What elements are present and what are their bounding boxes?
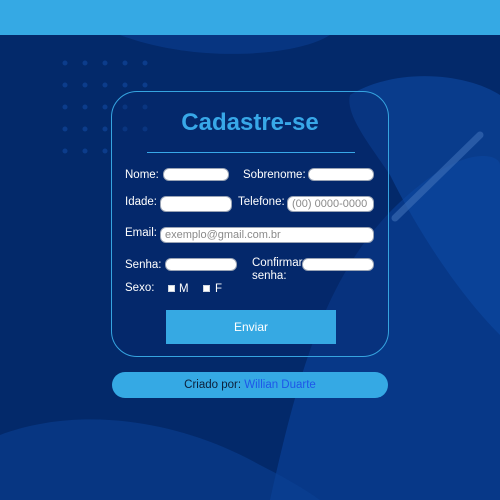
sobrenome-label: Sobrenome: xyxy=(243,169,306,181)
top-bar xyxy=(0,0,500,35)
idade-label: Idade: xyxy=(125,196,157,208)
sexo-f-checkbox[interactable] xyxy=(203,285,210,292)
email-label: Email: xyxy=(125,227,157,239)
enviar-button[interactable]: Enviar xyxy=(166,310,336,344)
email-input[interactable] xyxy=(160,227,374,243)
signup-form-card: Cadastre-se Nome: Sobrenome: Idade: Tele… xyxy=(111,91,389,357)
senha-label: Senha: xyxy=(125,259,162,271)
footer-credit: Criado por: Willian Duarte xyxy=(112,372,388,398)
sexo-label: Sexo: xyxy=(125,282,155,294)
telefone-label: Telefone: xyxy=(238,196,285,208)
sexo-m-label: M xyxy=(179,283,189,295)
nome-label: Nome: xyxy=(125,169,159,181)
footer-prefix: Criado por: xyxy=(184,379,242,391)
title-divider xyxy=(147,152,355,153)
form-title: Cadastre-se xyxy=(181,109,319,136)
sobrenome-input[interactable] xyxy=(308,168,374,181)
sexo-f-label: F xyxy=(215,283,223,295)
senha-input[interactable] xyxy=(165,258,237,271)
sexo-m-checkbox[interactable] xyxy=(168,285,175,292)
telefone-input[interactable] xyxy=(287,196,374,212)
confirmar-senha-input[interactable] xyxy=(302,258,374,271)
nome-input[interactable] xyxy=(163,168,229,181)
confirmar-senha-label: Confirmar senha: xyxy=(252,257,303,282)
author-link[interactable]: Willian Duarte xyxy=(244,379,316,391)
idade-input[interactable] xyxy=(160,196,232,212)
